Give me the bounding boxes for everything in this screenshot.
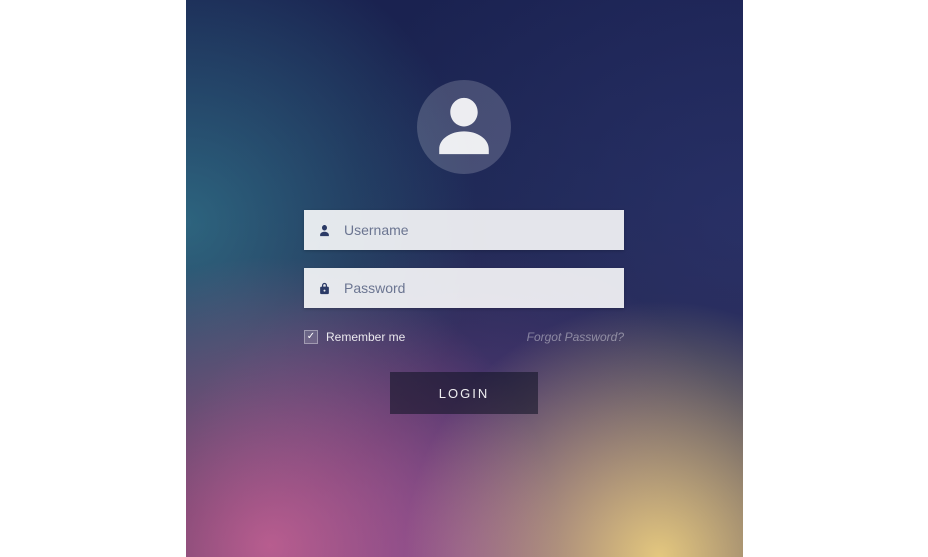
user-icon bbox=[429, 90, 499, 165]
remember-label: Remember me bbox=[326, 330, 405, 344]
check-icon: ✓ bbox=[304, 330, 318, 344]
lock-icon bbox=[304, 281, 344, 296]
login-form: ✓ Remember me Forgot Password? LOGIN bbox=[304, 210, 624, 414]
username-field-wrap bbox=[304, 210, 624, 250]
login-button[interactable]: LOGIN bbox=[390, 372, 538, 414]
password-field-wrap bbox=[304, 268, 624, 308]
avatar bbox=[417, 80, 511, 174]
password-input[interactable] bbox=[344, 268, 624, 308]
user-small-icon bbox=[304, 223, 344, 238]
remember-me-toggle[interactable]: ✓ Remember me bbox=[304, 330, 405, 344]
forgot-password-link[interactable]: Forgot Password? bbox=[527, 330, 624, 344]
username-input[interactable] bbox=[344, 210, 624, 250]
login-panel: ✓ Remember me Forgot Password? LOGIN bbox=[186, 0, 743, 557]
options-row: ✓ Remember me Forgot Password? bbox=[304, 330, 624, 344]
